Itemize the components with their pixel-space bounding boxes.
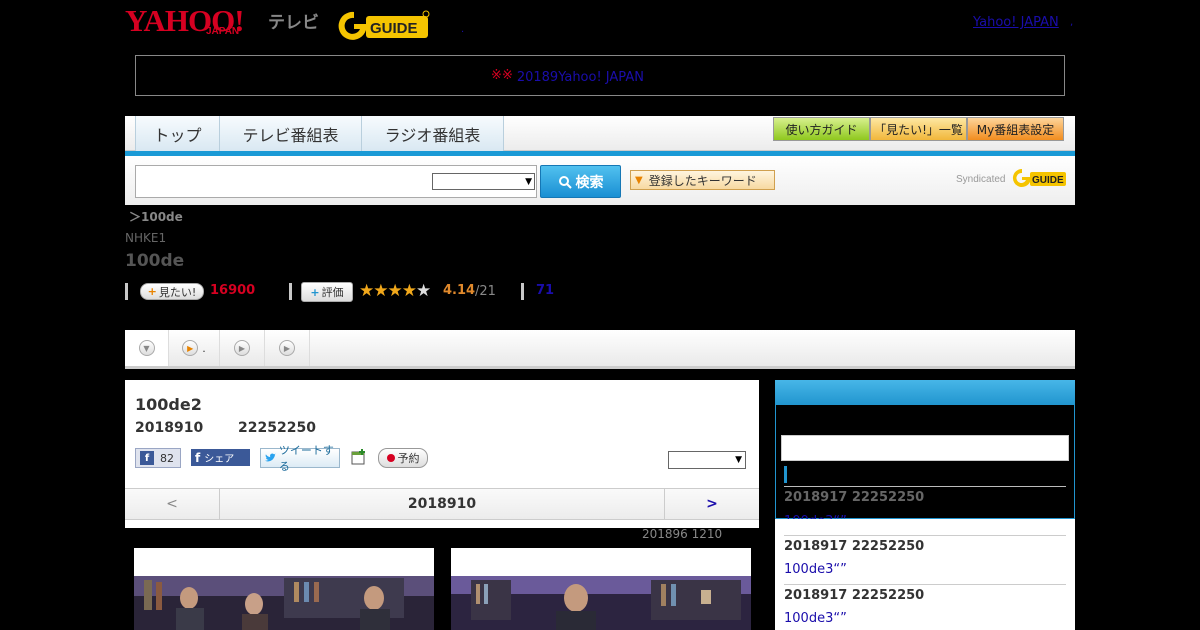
rate-button[interactable]: + 評価	[301, 282, 353, 302]
registered-keyword-label: 登録したキーワード	[648, 173, 757, 188]
sidebar-section-marker	[784, 466, 787, 483]
separator	[125, 283, 128, 300]
episode-time: 22252250	[238, 420, 316, 436]
my-guide-settings-button[interactable]: My番組表設定	[967, 117, 1064, 141]
plus-icon: +	[147, 285, 157, 298]
facebook-icon: f	[195, 450, 201, 465]
breadcrumb: ＞100de	[129, 210, 183, 224]
divider	[784, 535, 1066, 536]
pager-next-link[interactable]: >	[706, 496, 718, 512]
chevron-down-icon: ▼	[525, 177, 532, 187]
channel-name: NHKE1	[125, 231, 167, 245]
facebook-like-count: 82	[160, 451, 174, 465]
chevron-down-icon: ▼	[138, 340, 155, 356]
notice-mark: ※※	[491, 68, 513, 83]
plus-icon: +	[310, 285, 320, 299]
facebook-share-label: シェア	[204, 454, 235, 465]
sidebar-item-date: 2018917 22252250	[784, 490, 925, 505]
tv-logo[interactable]: テレビ	[268, 8, 319, 33]
star-empty-icon: ★	[416, 281, 431, 301]
registered-keyword-button[interactable]: ▼ 登録したキーワード	[630, 170, 775, 190]
calendar-add-icon[interactable]	[351, 449, 367, 465]
syndicated-gguide-logo: Syndicated GUIDE	[956, 168, 1066, 187]
episode-thumbnail[interactable]	[451, 548, 751, 630]
star-filled-icon: ★	[387, 281, 403, 301]
review-count-link[interactable]: 71	[536, 283, 554, 298]
header-comma: ,	[1070, 17, 1074, 28]
episode-thumbnail[interactable]	[134, 548, 434, 630]
rating-stars: ★★★★★	[359, 281, 431, 301]
rating-count: /21	[475, 284, 496, 299]
notice-banner: ※※ 20189Yahoo! JAPAN	[135, 55, 1065, 96]
mitai-label: 見たい!	[158, 285, 197, 299]
studio-photo	[134, 576, 434, 630]
episode-date: 2018910	[135, 420, 204, 436]
star-filled-icon: ★	[401, 281, 417, 301]
yahoo-japan-logo-sub: JAPAN	[206, 26, 240, 37]
tweet-label: ツイートする	[278, 444, 334, 473]
separator	[289, 283, 292, 300]
facebook-like-button[interactable]: f 82	[135, 448, 181, 468]
header-dot-link[interactable]: .	[461, 24, 464, 35]
syndicated-label: Syndicated	[956, 174, 1005, 185]
mitai-button[interactable]: + 見たい!	[140, 283, 204, 300]
notice-link[interactable]: 20189Yahoo! JAPAN	[517, 66, 709, 85]
studio-photo	[451, 576, 751, 630]
separator	[521, 283, 524, 300]
sidebar-item-date: 2018917 22252250	[784, 588, 925, 603]
tweet-button[interactable]: ツイートする	[260, 444, 340, 473]
usage-guide-button[interactable]: 使い方ガイド	[773, 117, 870, 141]
star-filled-icon: ★	[373, 281, 388, 301]
sidebar-item-link[interactable]: 100de3“”	[784, 558, 912, 577]
sidebar-item-date: 2018917 22252250	[784, 539, 925, 554]
action-bar: ▼ ▶ . ▶ ▶	[125, 330, 1075, 369]
rate-label: 評価	[321, 286, 344, 299]
action-play-2[interactable]: ▶	[220, 330, 265, 366]
play-icon: ▶	[182, 340, 199, 356]
triangle-down-icon: ▼	[635, 174, 643, 186]
mitai-list-button[interactable]: 「見たい!」一覧	[870, 117, 967, 141]
reserve-button[interactable]: 予約	[378, 448, 428, 468]
tab-top[interactable]: トップ	[135, 116, 220, 151]
record-dot-icon	[386, 454, 395, 462]
action-play-3[interactable]: ▶	[265, 330, 310, 366]
star-filled-icon: ★	[359, 281, 374, 301]
episode-title: 100de2	[135, 395, 202, 414]
play-icon: ▶	[279, 340, 295, 356]
facebook-share-button[interactable]: f シェア	[191, 449, 250, 466]
gguide-logo[interactable]: GUIDE	[336, 8, 430, 40]
yahoo-japan-link[interactable]: Yahoo! JAPAN	[973, 15, 1059, 30]
search-button-label: 検索	[575, 174, 604, 191]
chevron-down-icon: ▼	[735, 455, 742, 465]
divider	[784, 486, 1066, 487]
facebook-icon: f	[140, 451, 154, 465]
play-icon: ▶	[234, 340, 250, 356]
sidebar-header	[775, 380, 1075, 405]
pager-current-date: 2018910	[407, 496, 477, 512]
svg-text:GUIDE: GUIDE	[1032, 175, 1064, 186]
sidebar-input[interactable]	[781, 435, 1069, 461]
svg-text:GUIDE: GUIDE	[370, 20, 418, 37]
search-button[interactable]: 検索	[540, 165, 621, 198]
search-category-select[interactable]: ▼	[432, 173, 535, 190]
action-play-1[interactable]: ▶ .	[169, 330, 220, 366]
episode-select[interactable]: ▼	[668, 451, 746, 469]
rating-value: 4.14	[443, 283, 476, 298]
pager-next[interactable]: >	[664, 489, 759, 519]
reserve-label: 予約	[397, 452, 420, 465]
update-timestamp: 201896 1210	[642, 527, 723, 541]
program-title: 100de	[125, 251, 185, 271]
tab-tv-guide[interactable]: テレビ番組表	[219, 116, 362, 151]
tab-radio-guide[interactable]: ラジオ番組表	[361, 116, 504, 151]
sidebar-item-link[interactable]: 100de3“”	[784, 607, 912, 626]
action-expand[interactable]: ▼	[125, 330, 169, 366]
pager-prev[interactable]: <	[125, 489, 220, 519]
twitter-bird-icon	[265, 453, 276, 462]
action-play-1-label: .	[202, 341, 206, 355]
mitai-count: 16900	[210, 283, 256, 298]
search-icon	[558, 175, 572, 189]
divider	[784, 584, 1066, 585]
